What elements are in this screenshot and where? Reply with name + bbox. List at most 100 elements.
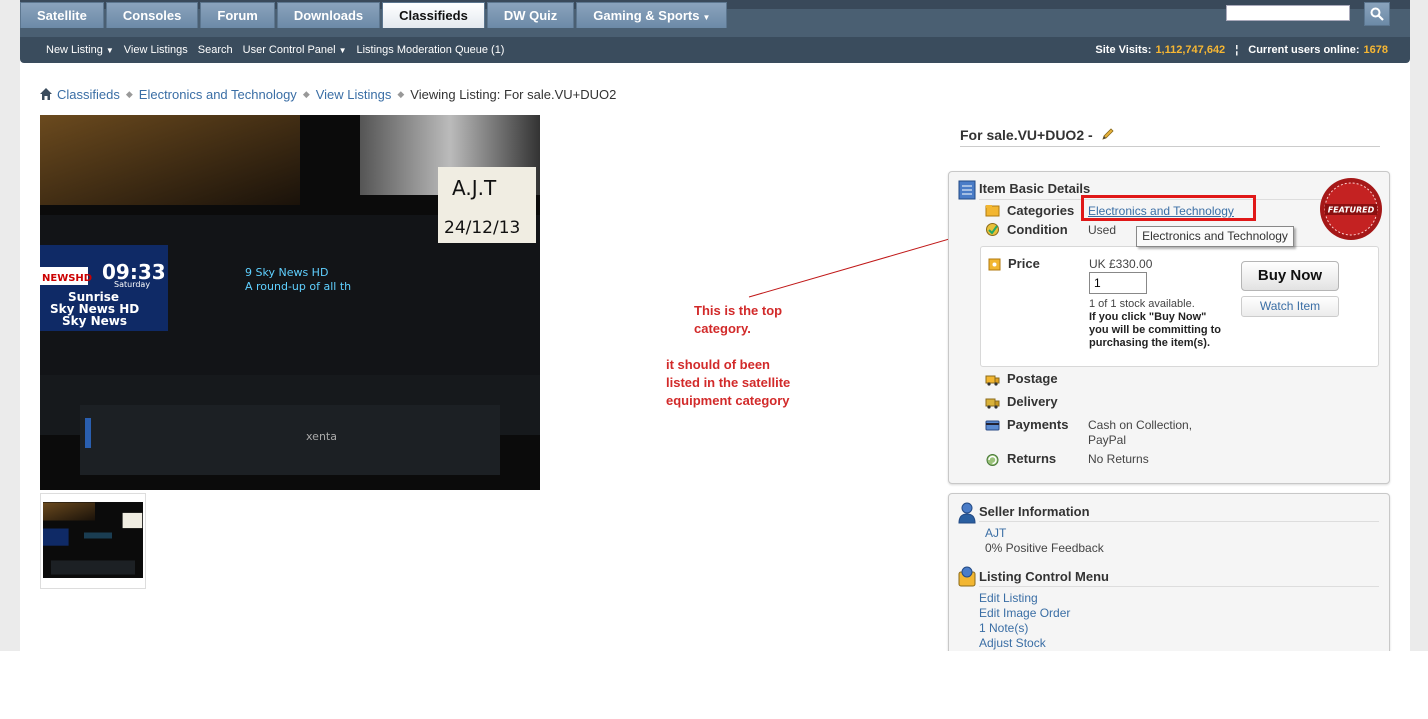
price-label: Price	[1008, 256, 1040, 271]
adjust-stock-link[interactable]: Adjust Stock	[979, 636, 1046, 650]
seller-info-title: Seller Information	[979, 504, 1090, 519]
tab-label: Satellite	[37, 8, 87, 23]
breadcrumb-classifieds[interactable]: Classifieds	[57, 87, 120, 102]
payments-label: Payments	[1007, 417, 1069, 432]
edit-listing-link[interactable]: Edit Listing	[979, 591, 1038, 605]
tab-label: Classifieds	[399, 8, 468, 23]
annotation-text-1: This is the top category.	[694, 302, 782, 338]
postage-truck-icon	[985, 375, 1000, 386]
users-online-value: 1678	[1363, 44, 1388, 56]
category-tooltip: Electronics and Technology	[1136, 226, 1294, 247]
breadcrumb-arrow-icon: ◆	[125, 88, 133, 99]
subnav-link-label: Search	[197, 44, 233, 56]
breadcrumb-electronics[interactable]: Electronics and Technology	[139, 87, 297, 102]
seller-feedback: 0% Positive Feedback	[985, 541, 1104, 555]
subnav-view-listings[interactable]: View Listings	[124, 44, 188, 56]
control-menu-title: Listing Control Menu	[979, 569, 1109, 584]
subnav-new-listing[interactable]: New Listing ▼	[46, 44, 114, 56]
listing-thumbnail[interactable]	[40, 493, 146, 589]
footer-blank	[0, 651, 1428, 719]
vfd-text-2: A round-up of all th	[245, 280, 351, 293]
chevron-down-icon: ▼	[105, 46, 114, 55]
search-input[interactable]	[1226, 5, 1350, 21]
subnav-link-label: User Control Panel	[242, 44, 336, 56]
featured-label: FEATURED	[1328, 206, 1375, 215]
pencil-icon[interactable]	[1101, 127, 1115, 141]
seller-panel: Seller Information AJT 0% Positive Feedb…	[948, 493, 1390, 663]
subnav-link-label: New Listing	[46, 44, 103, 56]
annotation-line-1: This is the top	[694, 303, 783, 318]
brand-text: xenta	[306, 430, 337, 443]
sub-navbar: New Listing ▼ View Listings Search User Cont…	[20, 37, 1410, 63]
annotation-line-4: listed in the satellite	[666, 375, 791, 390]
condition-icon	[986, 223, 999, 236]
subnav-links: New Listing ▼ View Listings Search User Cont…	[46, 37, 514, 63]
condition-value: Used	[1088, 223, 1117, 237]
breadcrumb-view-listings[interactable]: View Listings	[316, 87, 392, 102]
tab-forum[interactable]: Forum	[200, 2, 275, 28]
site-visits-value: 1,112,747,642	[1155, 44, 1226, 56]
returns-icon	[986, 454, 999, 466]
breadcrumb: Classifieds ◆ Electronics and Technology…	[40, 86, 616, 102]
quantity-input[interactable]	[1089, 272, 1147, 294]
item-details-title: Item Basic Details	[979, 181, 1091, 196]
postage-label: Postage	[1007, 371, 1058, 386]
subnav-listings-moderation-queue-1-[interactable]: Listings Moderation Queue (1)	[357, 44, 505, 56]
price-value: UK £330.00	[1089, 257, 1153, 271]
annotation-line-3: it should of been	[666, 357, 770, 372]
search-button[interactable]	[1364, 2, 1390, 26]
subnav-link-label: Listings Moderation Queue (1)	[356, 44, 505, 56]
listing-title: For sale.VU+DUO2 -	[960, 127, 1380, 147]
stock-text: 1 of 1 stock available.	[1089, 298, 1195, 310]
featured-seal-icon: FEATURED	[1320, 178, 1382, 240]
watch-item-button[interactable]: Watch Item	[1241, 296, 1339, 317]
price-panel: Price UK £330.00 1 of 1 stock available.…	[980, 246, 1379, 367]
annotation-text-2: it should of been listed in the satellit…	[666, 356, 790, 410]
breadcrumb-arrow-icon: ◆	[302, 88, 310, 99]
photo-drawing: NEWSHD 09:33 Saturday Sunrise Sky News H…	[40, 115, 540, 490]
photo-label-line-1: A.J.T	[452, 176, 497, 200]
returns-label: Returns	[1007, 451, 1057, 466]
price-tag-icon	[988, 258, 1001, 271]
tab-label: Gaming & Sports	[593, 8, 700, 23]
returns-value: No Returns	[1088, 452, 1149, 466]
tab-label: Downloads	[293, 8, 364, 23]
subnav-search[interactable]: Search	[198, 44, 233, 56]
chevron-down-icon: ▼	[338, 46, 347, 55]
categories-label: Categories	[1007, 203, 1075, 218]
tab-dw-quiz[interactable]: DW Quiz	[486, 2, 575, 28]
tab-downloads[interactable]: Downloads	[276, 2, 381, 28]
annotation-highlight-box	[1081, 195, 1256, 221]
annotation-line-2: category.	[694, 321, 751, 336]
buy-now-button[interactable]: Buy Now	[1241, 261, 1339, 291]
delivery-label: Delivery	[1007, 394, 1058, 409]
main-nav-tabs: Satellite Consoles Forum Downloads Classifie…	[20, 2, 729, 28]
tab-satellite[interactable]: Satellite	[20, 2, 104, 28]
user-icon	[958, 502, 976, 524]
annotation-line-5: equipment category	[666, 393, 790, 408]
title-divider	[979, 521, 1379, 522]
commit-note: If you click "Buy Now" you will be commi…	[1089, 311, 1221, 349]
seller-name-link[interactable]: AJT	[985, 526, 1006, 540]
tab-consoles[interactable]: Consoles	[105, 2, 199, 28]
listing-main-photo[interactable]: NEWSHD 09:33 Saturday Sunrise Sky News H…	[40, 115, 540, 490]
screen-line-3: Sky News	[62, 314, 127, 328]
day-text: Saturday	[114, 280, 150, 289]
photo-label-line-2: 24/12/13	[444, 218, 520, 238]
channel-badge-text: NEWSHD	[42, 273, 92, 284]
payment-card-icon	[985, 420, 1000, 431]
subnav-link-label: View Listings	[123, 44, 188, 56]
home-icon[interactable]	[40, 88, 52, 100]
search-icon	[1370, 7, 1384, 21]
tab-classifieds[interactable]: Classifieds	[382, 2, 485, 28]
thumbnail-image	[43, 502, 143, 578]
edit-image-order-link[interactable]: Edit Image Order	[979, 606, 1070, 620]
tab-gaming-sports[interactable]: Gaming & Sports ▼	[576, 2, 728, 28]
subnav-user-control-panel[interactable]: User Control Panel ▼	[243, 44, 347, 56]
site-stats: Site Visits: 1,112,747,642 ¦ Current use…	[1095, 37, 1388, 63]
tab-label: Forum	[217, 8, 258, 23]
tab-label: Consoles	[122, 8, 182, 23]
stats-separator: ¦	[1235, 44, 1239, 56]
control-menu-icon	[958, 566, 976, 587]
notes-link[interactable]: 1 Note(s)	[979, 621, 1028, 635]
